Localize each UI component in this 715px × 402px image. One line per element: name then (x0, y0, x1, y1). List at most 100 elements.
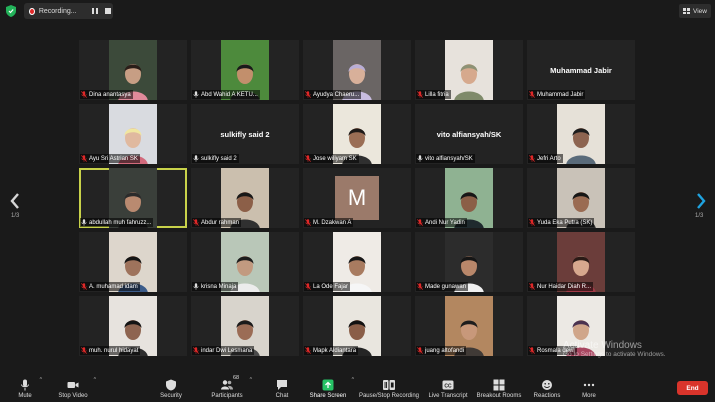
closed-caption-icon: CC (442, 380, 454, 390)
view-button[interactable]: View (679, 4, 711, 18)
participant-tile[interactable]: vito alfiansyah/SK vito alfiansyah/SK (415, 104, 523, 164)
microphone-icon (417, 155, 423, 162)
participant-name-label: juang altofandi (416, 346, 467, 355)
participant-name: Yuda Eka Putra (SK) (537, 219, 593, 226)
participant-name-label: Made gunawan (416, 282, 469, 291)
share-screen-button[interactable]: Share Screen ^ (308, 371, 354, 402)
participant-name: Dina anantasya (89, 91, 131, 98)
participant-tile[interactable]: M M. Dzakwan A (303, 168, 411, 228)
muted-microphone-icon (417, 347, 423, 354)
muted-microphone-icon (81, 155, 87, 162)
participant-name-label: indar Dwi Lesmana (192, 346, 255, 355)
mute-button[interactable]: Mute ^ (14, 371, 42, 402)
participant-tile[interactable]: Yuda Eka Putra (SK) (527, 168, 635, 228)
participants-button[interactable]: 68 Participants ^ (208, 371, 252, 402)
participant-tile[interactable]: sulkifly said 2 sulkifly said 2 (191, 104, 299, 164)
security-button[interactable]: Security (158, 371, 184, 402)
participant-name-label: Nur Haidar Diah R... (528, 282, 594, 291)
pause-stop-recording-button[interactable]: Pause/Stop Recording (357, 371, 421, 402)
participant-name: Jose wiliyam SK (313, 155, 357, 162)
participant-name-label: A. muhamad idam (80, 282, 140, 291)
recording-label: Recording... (38, 7, 77, 15)
chat-button[interactable]: Chat (273, 371, 291, 402)
participant-name: muh. nurul hidayat (89, 347, 139, 354)
pause-recording-icon[interactable] (91, 5, 100, 17)
mute-label: Mute (18, 393, 32, 399)
chat-label: Chat (275, 393, 289, 399)
pause-stop-recording-label: Pause/Stop Recording (358, 393, 420, 399)
participant-tile[interactable]: Jose wiliyam SK (303, 104, 411, 164)
participant-tile[interactable]: Lilla fitria (415, 40, 523, 100)
participant-video (445, 40, 493, 100)
participant-tile[interactable]: Ayudya Chaeru... (303, 40, 411, 100)
muted-microphone-icon (417, 219, 423, 226)
record-dot-icon (29, 7, 35, 15)
participant-tile[interactable]: Andi Nur Yadin (415, 168, 523, 228)
muted-microphone-icon (305, 283, 311, 290)
participant-tile[interactable]: abdullah muh fahruzz... (79, 168, 187, 228)
participant-tile[interactable]: Made gunawan (415, 232, 523, 292)
stop-video-button[interactable]: Stop Video ^ (56, 371, 96, 402)
security-label: Security (160, 393, 182, 399)
live-transcript-button[interactable]: CC Live Transcript (428, 371, 468, 402)
participant-tile[interactable]: Dina anantasya (79, 40, 187, 100)
watermark-title: Activate Windows (563, 340, 642, 351)
next-page-arrow-icon[interactable] (696, 193, 706, 209)
participant-tile[interactable]: indar Dwi Lesmana (191, 296, 299, 356)
breakout-rooms-button[interactable]: Breakout Rooms (476, 371, 522, 402)
video-options-chevron-icon[interactable]: ^ (94, 377, 96, 383)
participant-name-label: Ayu Sri Astrian SK (80, 154, 140, 163)
participant-name-label: Abdur rahman (192, 218, 242, 227)
share-options-chevron-icon[interactable]: ^ (352, 377, 354, 383)
participants-options-chevron-icon[interactable]: ^ (250, 377, 252, 383)
participant-tile[interactable]: La Ode Fajar (303, 232, 411, 292)
participant-name: Abdur rahman (201, 219, 240, 226)
stop-recording-icon[interactable] (104, 5, 113, 17)
participant-tile[interactable]: Abd Wahid A KETU... (191, 40, 299, 100)
participant-name: abdullah muh fahruzz... (89, 219, 152, 226)
participant-name-label: M. Dzakwan A (304, 218, 354, 227)
participant-tile[interactable]: A. muhamad idam (79, 232, 187, 292)
participant-tile[interactable]: Jefri Arto (527, 104, 635, 164)
stop-video-label: Stop Video (58, 393, 88, 399)
view-label: View (693, 7, 707, 15)
participants-label: Participants (211, 393, 243, 399)
participant-tile[interactable]: krisna Minaja (191, 232, 299, 292)
participant-tile[interactable]: Ayu Sri Astrian SK (79, 104, 187, 164)
muted-microphone-icon (529, 219, 535, 226)
muted-microphone-icon (529, 347, 535, 354)
more-button[interactable]: More (580, 371, 598, 402)
participant-tile[interactable]: muh. nurul hidayat (79, 296, 187, 356)
participant-tile[interactable]: Mapk Aldiantara (303, 296, 411, 356)
participant-name: Jefri Arto (537, 155, 561, 162)
mute-options-chevron-icon[interactable]: ^ (40, 377, 42, 383)
avatar: M (335, 176, 379, 220)
microphone-icon (193, 91, 199, 98)
participant-name: A. muhamad idam (89, 283, 138, 290)
shield-icon[interactable] (6, 5, 16, 17)
end-meeting-button[interactable]: End (677, 381, 708, 395)
participant-name: vito alfiansyah/SK (425, 155, 473, 162)
participant-tile[interactable]: Nur Haidar Diah R... (527, 232, 635, 292)
participant-name: M. Dzakwan A (313, 219, 352, 226)
microphone-icon (81, 219, 87, 226)
participant-name: krisna Minaja (201, 283, 237, 290)
participant-tile[interactable]: Abdur rahman (191, 168, 299, 228)
breakout-rooms-label: Breakout Rooms (476, 393, 522, 399)
microphone-icon (193, 155, 199, 162)
muted-microphone-icon (529, 283, 535, 290)
participant-tile[interactable]: juang altofandi (415, 296, 523, 356)
participant-name-label: Abd Wahid A KETU... (192, 90, 260, 99)
participant-name-label: Ayudya Chaeru... (304, 90, 362, 99)
live-transcript-label: Live Transcript (428, 393, 468, 399)
reactions-button[interactable]: Reactions (533, 371, 561, 402)
participant-name-label: La Ode Fajar (304, 282, 351, 291)
participant-name: Nur Haidar Diah R... (537, 283, 592, 290)
chat-bubble-icon (277, 380, 287, 390)
participant-name-label: Yuda Eka Putra (SK) (528, 218, 595, 227)
participant-tile[interactable]: Muhammad Jabir Muhammad Jabir (527, 40, 635, 100)
participant-name: Made gunawan (425, 283, 467, 290)
muted-microphone-icon (529, 155, 535, 162)
previous-page-arrow-icon[interactable] (10, 193, 20, 209)
breakout-rooms-icon (493, 379, 505, 391)
